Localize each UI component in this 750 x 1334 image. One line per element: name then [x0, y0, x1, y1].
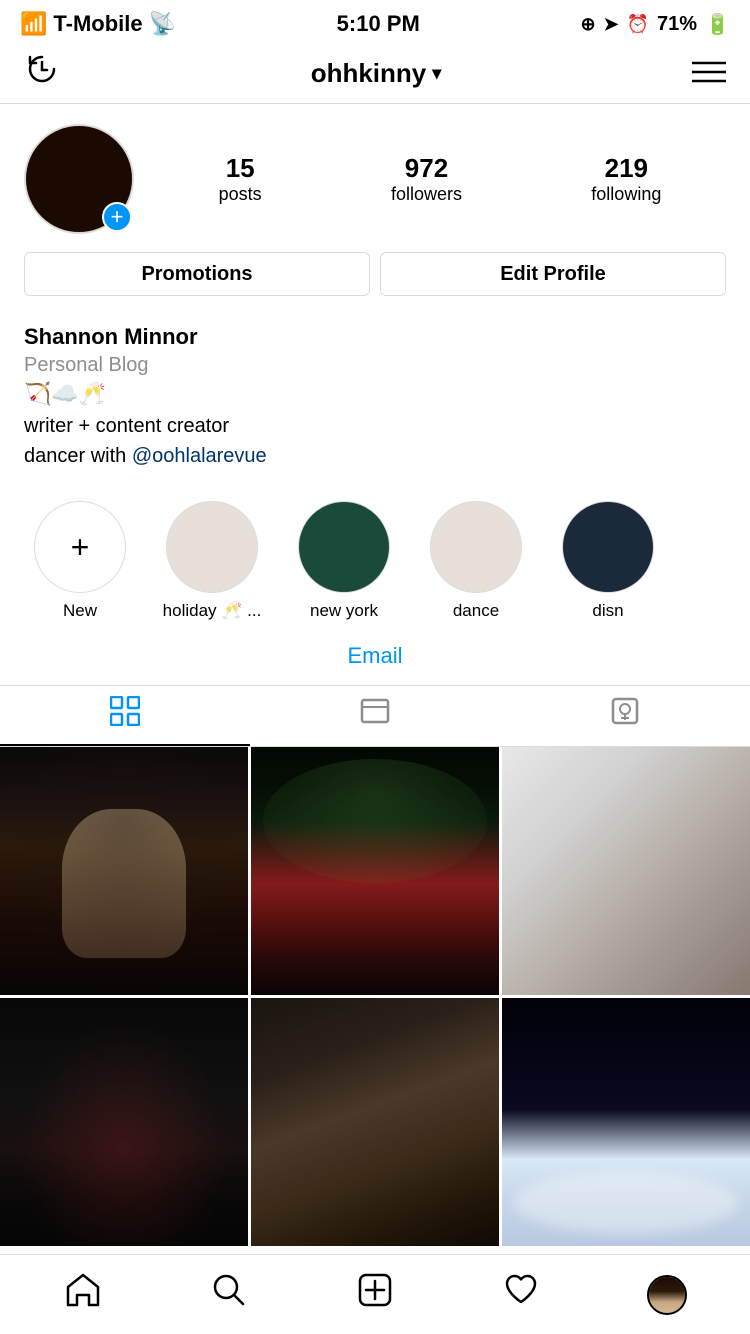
bio-line1: writer + content creator — [24, 415, 229, 437]
story-label-new: New — [63, 601, 97, 621]
grid-icon — [110, 696, 140, 734]
nav-home[interactable] — [10, 1255, 156, 1334]
story-new[interactable]: + New — [14, 501, 146, 621]
following-stat[interactable]: 219 following — [591, 153, 661, 205]
status-bar: 📶 T-Mobile 📡 5:10 PM ⊕ ➤ ⏰ 71% 🔋 — [0, 0, 750, 44]
story-circle-dance — [430, 501, 522, 593]
story-dance[interactable]: dance — [410, 501, 542, 621]
story-holiday[interactable]: holiday 🥂 ... — [146, 501, 278, 621]
story-label-newyork: new york — [310, 601, 378, 621]
bio-emojis: 🏹☁️🥂 — [24, 381, 726, 407]
grid-item-3[interactable] — [502, 747, 750, 995]
story-label-holiday: holiday 🥂 ... — [163, 601, 262, 621]
story-circle-holiday — [166, 501, 258, 593]
nav-search[interactable] — [156, 1255, 302, 1334]
chevron-down-icon: ▾ — [432, 63, 441, 84]
top-nav: ohhkinny ▾ — [0, 44, 750, 104]
grid-item-2[interactable] — [251, 747, 499, 995]
story-circle-newyork — [298, 501, 390, 593]
add-icon — [358, 1273, 392, 1316]
followers-count: 972 — [405, 153, 448, 184]
location-icon: ⊕ — [580, 14, 595, 35]
username-header[interactable]: ohhkinny ▾ — [311, 58, 442, 89]
posts-label: posts — [219, 184, 262, 205]
bio-section: Shannon Minnor Personal Blog 🏹☁️🥂 writer… — [0, 324, 750, 485]
home-icon — [65, 1273, 101, 1316]
tab-bar — [0, 686, 750, 747]
signal-icon: 📶 — [20, 11, 47, 37]
story-newyork[interactable]: new york — [278, 501, 410, 621]
followers-stat[interactable]: 972 followers — [391, 153, 462, 205]
grid-item-5[interactable] — [251, 998, 499, 1246]
grid-item-6[interactable] — [502, 998, 750, 1246]
promotions-button[interactable]: Promotions — [24, 252, 370, 296]
alarm-icon: ⏰ — [627, 14, 649, 35]
wifi-icon: 📡 — [149, 11, 176, 37]
heart-icon — [504, 1274, 538, 1315]
avatar-container: + — [24, 124, 134, 234]
profile-section: + 15 posts 972 followers 219 following — [0, 104, 750, 324]
profile-avatar-nav — [647, 1275, 687, 1315]
username-text: ohhkinny — [311, 58, 427, 89]
bio-text: writer + content creator dancer with @oo… — [24, 411, 726, 471]
email-link[interactable]: Email — [347, 643, 402, 668]
following-label: following — [591, 184, 661, 205]
search-icon — [212, 1273, 246, 1316]
nav-profile[interactable] — [594, 1255, 740, 1334]
story-circle-disney — [562, 501, 654, 593]
posts-count: 15 — [226, 153, 255, 184]
email-section: Email — [0, 637, 750, 686]
plus-icon: + — [71, 529, 90, 566]
followers-label: followers — [391, 184, 462, 205]
stats-row: 15 posts 972 followers 219 following — [154, 153, 726, 205]
bottom-nav — [0, 1254, 750, 1334]
grid-item-1[interactable] — [0, 747, 248, 995]
action-buttons: Promotions Edit Profile — [24, 252, 726, 296]
profile-top: + 15 posts 972 followers 219 following — [24, 124, 726, 234]
tab-tagged[interactable] — [500, 686, 750, 746]
story-circle-new: + — [34, 501, 126, 593]
posts-stat[interactable]: 15 posts — [219, 153, 262, 205]
battery-percent: 71% — [657, 13, 697, 36]
add-story-button[interactable]: + — [102, 202, 132, 232]
story-label-dance: dance — [453, 601, 499, 621]
battery-icon: 🔋 — [705, 12, 730, 37]
nav-add[interactable] — [302, 1255, 448, 1334]
story-disney[interactable]: disn — [542, 501, 674, 621]
story-label-disney: disn — [592, 601, 623, 621]
status-left: 📶 T-Mobile 📡 — [20, 11, 176, 37]
navigation-icon: ➤ — [604, 14, 619, 35]
menu-icon[interactable] — [692, 60, 726, 88]
bio-line2: dancer with — [24, 445, 132, 467]
stories-highlights: + New holiday 🥂 ... new york dance disn — [0, 485, 750, 637]
photo-grid — [0, 747, 750, 1246]
tagged-icon — [610, 696, 640, 734]
status-time: 5:10 PM — [337, 11, 420, 37]
history-icon[interactable] — [24, 51, 60, 96]
profile-category: Personal Blog — [24, 354, 726, 377]
edit-profile-button[interactable]: Edit Profile — [380, 252, 726, 296]
feed-icon — [360, 696, 390, 734]
tab-grid[interactable] — [0, 686, 250, 746]
following-count: 219 — [605, 153, 648, 184]
tab-feed[interactable] — [250, 686, 500, 746]
nav-activity[interactable] — [448, 1255, 594, 1334]
carrier-label: T-Mobile — [53, 11, 142, 37]
bio-link[interactable]: @oohlalarevue — [132, 445, 267, 467]
profile-name: Shannon Minnor — [24, 324, 726, 350]
status-right: ⊕ ➤ ⏰ 71% 🔋 — [580, 12, 730, 37]
grid-item-4[interactable] — [0, 998, 248, 1246]
